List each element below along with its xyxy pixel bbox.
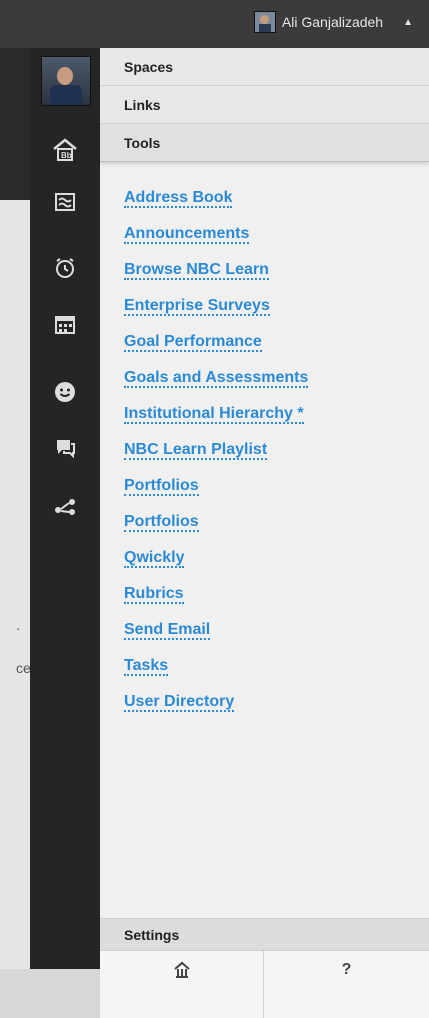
- help-button[interactable]: ?: [264, 951, 429, 1018]
- background-fragment-2: ce: [16, 660, 31, 676]
- tool-link-user-directory[interactable]: User Directory: [124, 693, 235, 712]
- tool-item: User Directory: [124, 684, 424, 720]
- bottom-bar: ?: [100, 950, 429, 1018]
- tool-item: Enterprise Surveys: [124, 288, 424, 324]
- user-menu-toggle[interactable]: Ali Ganjalizadeh ▲: [253, 0, 429, 44]
- user-avatar: [253, 11, 276, 33]
- tool-item: Goals and Assessments: [124, 360, 424, 396]
- tool-link-address-book[interactable]: Address Book: [124, 189, 233, 208]
- home-button[interactable]: [100, 951, 264, 1018]
- tool-item: Announcements: [124, 216, 424, 252]
- tool-item: Goal Performance: [124, 324, 424, 360]
- tool-item: Browse NBC Learn: [124, 252, 424, 288]
- tool-link-enterprise-surveys[interactable]: Enterprise Surveys: [124, 297, 270, 316]
- background-dark-strip: [0, 48, 30, 200]
- settings-section[interactable]: Settings: [100, 918, 429, 950]
- tool-item: Address Book: [124, 180, 424, 216]
- network-icon[interactable]: [51, 492, 79, 520]
- tool-item: Send Email: [124, 612, 424, 648]
- tool-link-browse-nbc-learn[interactable]: Browse NBC Learn: [124, 261, 269, 280]
- icon-rail: Bb: [30, 48, 100, 969]
- stream-icon[interactable]: [51, 188, 79, 216]
- tool-link-send-email[interactable]: Send Email: [124, 621, 211, 640]
- section-links[interactable]: Links: [100, 86, 429, 124]
- alarm-clock-icon[interactable]: [51, 254, 79, 282]
- tool-item: Portfolios: [124, 468, 424, 504]
- top-bar: Ali Ganjalizadeh ▲: [0, 0, 429, 44]
- background-light-strip: [0, 200, 30, 969]
- tools-panel: Spaces Links Tools Address Book Announce…: [100, 48, 429, 1018]
- tool-item: Rubrics: [124, 576, 424, 612]
- tool-link-portfolios-2[interactable]: Portfolios: [124, 513, 199, 532]
- blackboard-home-icon[interactable]: Bb: [51, 136, 79, 164]
- tool-item: Tasks: [124, 648, 424, 684]
- background-fragment-1: ·: [16, 620, 21, 636]
- tool-item: Institutional Hierarchy *: [124, 396, 424, 432]
- tool-link-portfolios[interactable]: Portfolios: [124, 477, 199, 496]
- tool-item: NBC Learn Playlist: [124, 432, 424, 468]
- tool-link-goals-and-assessments[interactable]: Goals and Assessments: [124, 369, 309, 388]
- tool-link-qwickly[interactable]: Qwickly: [124, 549, 185, 568]
- tool-link-nbc-learn-playlist[interactable]: NBC Learn Playlist: [124, 441, 268, 460]
- tool-link-tasks[interactable]: Tasks: [124, 657, 169, 676]
- tool-link-institutional-hierarchy[interactable]: Institutional Hierarchy *: [124, 405, 304, 424]
- home-icon: [173, 961, 191, 984]
- tools-list: Address Book Announcements Browse NBC Le…: [124, 180, 424, 720]
- tool-link-goal-performance[interactable]: Goal Performance: [124, 333, 262, 352]
- tool-link-rubrics[interactable]: Rubrics: [124, 585, 184, 604]
- tool-item: Portfolios: [124, 504, 424, 540]
- tool-item: Qwickly: [124, 540, 424, 576]
- section-tools[interactable]: Tools: [100, 124, 429, 162]
- chat-icon[interactable]: [51, 434, 79, 462]
- tool-link-announcements[interactable]: Announcements: [124, 225, 250, 244]
- section-spaces[interactable]: Spaces: [100, 48, 429, 86]
- chevron-up-icon: ▲: [403, 16, 413, 28]
- user-name: Ali Ganjalizadeh: [281, 14, 384, 30]
- help-icon: ?: [341, 961, 352, 978]
- svg-text:Bb: Bb: [61, 151, 72, 160]
- profile-avatar[interactable]: [41, 56, 91, 106]
- calendar-icon[interactable]: [51, 310, 79, 338]
- smiley-icon[interactable]: [51, 378, 79, 406]
